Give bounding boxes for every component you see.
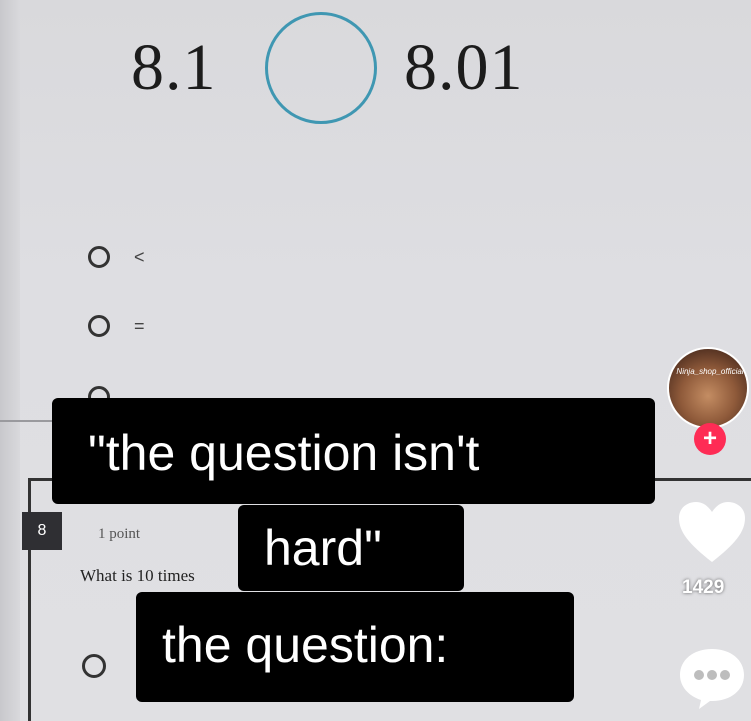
left-number: 8.1 xyxy=(131,31,217,104)
avatar-handle: Ninja_shop_official xyxy=(676,367,744,376)
question-text: What is 10 times xyxy=(80,566,195,585)
comparison-question: 8.1 8.01 xyxy=(0,12,751,142)
radio-button[interactable] xyxy=(88,246,110,268)
radio-button[interactable] xyxy=(88,315,110,337)
creator-avatar[interactable]: Ninja_shop_official xyxy=(667,347,749,429)
answer-blank-circle xyxy=(265,12,377,124)
like-count: 1429 xyxy=(682,577,725,598)
caption-line-1: "the question isn't xyxy=(52,398,655,504)
like-button[interactable] xyxy=(677,500,747,566)
follow-button[interactable]: + xyxy=(694,423,726,455)
question-number-badge: 8 xyxy=(22,512,62,550)
radio-button[interactable] xyxy=(82,654,106,678)
option-label: = xyxy=(134,315,145,336)
option-less-than[interactable]: < xyxy=(88,246,145,268)
question-points: 1 point xyxy=(98,526,141,542)
comment-dots-icon xyxy=(680,649,744,709)
option-equals[interactable]: = xyxy=(88,315,145,337)
caption-line-3: the question: xyxy=(136,592,574,702)
caption-line-2: hard" xyxy=(238,505,464,591)
heart-icon xyxy=(679,502,745,562)
plus-icon: + xyxy=(702,425,717,452)
right-number: 8.01 xyxy=(404,31,524,104)
comment-button[interactable] xyxy=(677,645,747,711)
option-label: < xyxy=(134,246,145,267)
